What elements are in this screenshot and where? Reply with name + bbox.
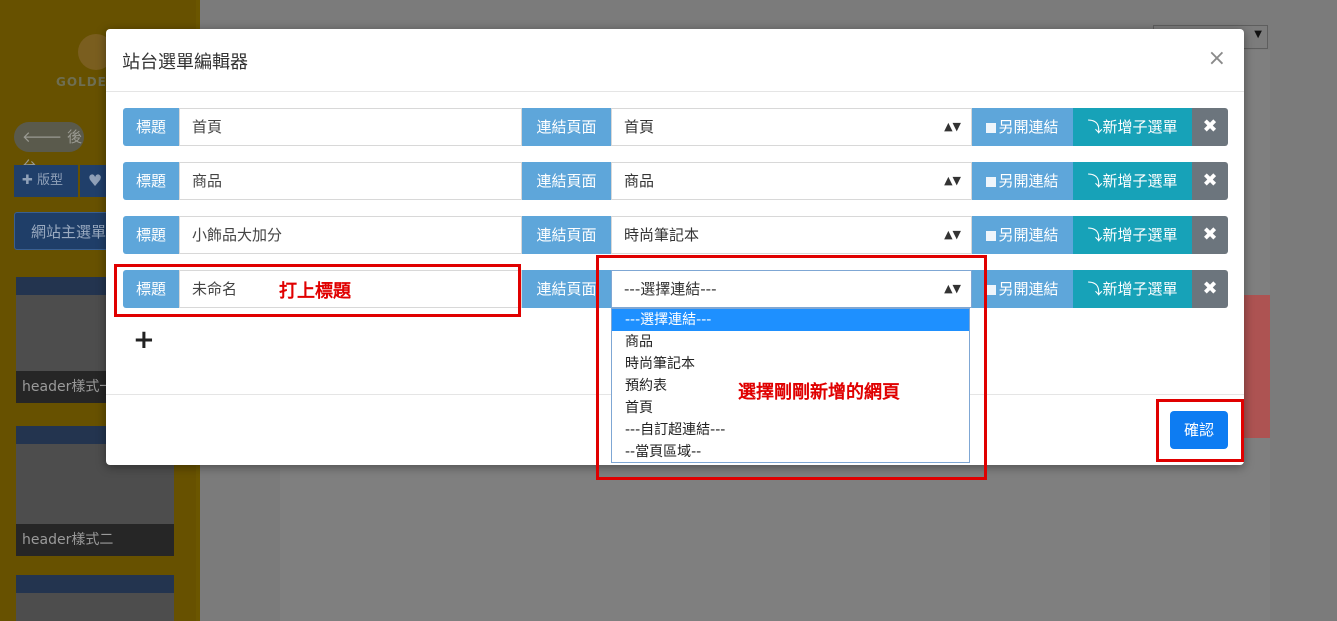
link-page-label: 連結頁面: [522, 216, 611, 254]
add-submenu-label: 新增子選單: [1102, 118, 1178, 136]
arrow-left-icon: 🡐: [22, 128, 63, 146]
new-window-label: 另開連結: [998, 226, 1059, 244]
new-window-toggle[interactable]: 另開連結: [972, 270, 1073, 308]
back-button[interactable]: 🡐 後台: [14, 122, 84, 176]
add-submenu-label: 新增子選單: [1102, 226, 1178, 244]
new-window-toggle[interactable]: 另開連結: [972, 108, 1073, 146]
select-arrows-icon: ▲▼: [944, 228, 961, 241]
title-label: 標題: [123, 216, 179, 254]
link-page-label: 連結頁面: [522, 162, 611, 200]
new-window-label: 另開連結: [998, 280, 1059, 298]
menu-row: 標題 首頁 連結頁面 首頁 ▲▼ 另開連結 ⤵新增子選單 ✖: [123, 108, 1228, 146]
tab-style[interactable]: ✚ 版型: [14, 165, 78, 197]
new-window-label: 另開連結: [998, 118, 1059, 136]
delete-row-button[interactable]: ✖: [1192, 216, 1228, 254]
title-label: 標題: [123, 162, 179, 200]
template-thumbnail[interactable]: [16, 575, 174, 621]
new-window-toggle[interactable]: 另開連結: [972, 162, 1073, 200]
thumbnail-caption: header樣式二: [16, 524, 174, 556]
title-note: 打上標題: [279, 281, 351, 302]
title-input[interactable]: 商品: [179, 162, 522, 200]
modal-title: 站台選單編輯器: [122, 52, 248, 73]
thumbnail-header: [16, 575, 174, 593]
delete-row-button[interactable]: ✖: [1192, 108, 1228, 146]
arrow-down-icon: ⤵: [1087, 280, 1103, 298]
modal-header: 站台選單編輯器 ×: [106, 29, 1244, 92]
link-select-value: 首頁: [624, 118, 655, 136]
title-label: 標題: [123, 108, 179, 146]
title-input[interactable]: 小飾品大加分: [179, 216, 522, 254]
delete-row-button[interactable]: ✖: [1192, 270, 1228, 308]
link-select-value: 商品: [624, 172, 655, 190]
new-window-label: 另開連結: [998, 172, 1059, 190]
preview-red-band: [1240, 295, 1270, 438]
add-submenu-button[interactable]: ⤵新增子選單: [1073, 216, 1192, 254]
menu-row: 標題 小飾品大加分 連結頁面 時尚筆記本 ▲▼ 另開連結 ⤵新增子選單 ✖: [123, 216, 1228, 254]
confirm-highlight-box: [1156, 399, 1244, 462]
checkbox-icon: [986, 123, 997, 133]
add-row-button[interactable]: +: [133, 327, 155, 353]
chevron-down-icon: ▼: [1254, 29, 1262, 40]
link-page-label: 連結頁面: [522, 108, 611, 146]
arrow-down-icon: ⤵: [1087, 172, 1103, 190]
link-note: 選擇剛剛新增的網頁: [738, 382, 900, 403]
close-icon[interactable]: ×: [1208, 47, 1226, 71]
select-arrows-icon: ▲▼: [944, 174, 961, 187]
arrow-down-icon: ⤵: [1087, 118, 1103, 136]
heart-icon: ♥: [87, 171, 103, 190]
add-submenu-button[interactable]: ⤵新增子選單: [1073, 162, 1192, 200]
select-arrows-icon: ▲▼: [944, 120, 961, 133]
link-page-select[interactable]: 首頁 ▲▼: [611, 108, 972, 146]
checkbox-icon: [986, 285, 997, 295]
arrow-down-icon: ⤵: [1087, 226, 1103, 244]
checkbox-icon: [986, 177, 997, 187]
link-page-select[interactable]: 時尚筆記本 ▲▼: [611, 216, 972, 254]
delete-row-button[interactable]: ✖: [1192, 162, 1228, 200]
add-submenu-label: 新增子選單: [1102, 172, 1178, 190]
link-page-select[interactable]: 商品 ▲▼: [611, 162, 972, 200]
puzzle-icon: ✚: [22, 173, 33, 188]
checkbox-icon: [986, 231, 997, 241]
add-submenu-label: 新增子選單: [1102, 280, 1178, 298]
link-highlight-box: [596, 255, 987, 480]
add-submenu-button[interactable]: ⤵新增子選單: [1073, 270, 1192, 308]
title-input[interactable]: 首頁: [179, 108, 522, 146]
new-window-toggle[interactable]: 另開連結: [972, 216, 1073, 254]
tab-style-label: 版型: [37, 173, 64, 188]
link-select-value: 時尚筆記本: [624, 226, 700, 244]
menu-row: 標題 商品 連結頁面 商品 ▲▼ 另開連結 ⤵新增子選單 ✖: [123, 162, 1228, 200]
add-submenu-button[interactable]: ⤵新增子選單: [1073, 108, 1192, 146]
thumbnail-preview: [16, 575, 174, 621]
